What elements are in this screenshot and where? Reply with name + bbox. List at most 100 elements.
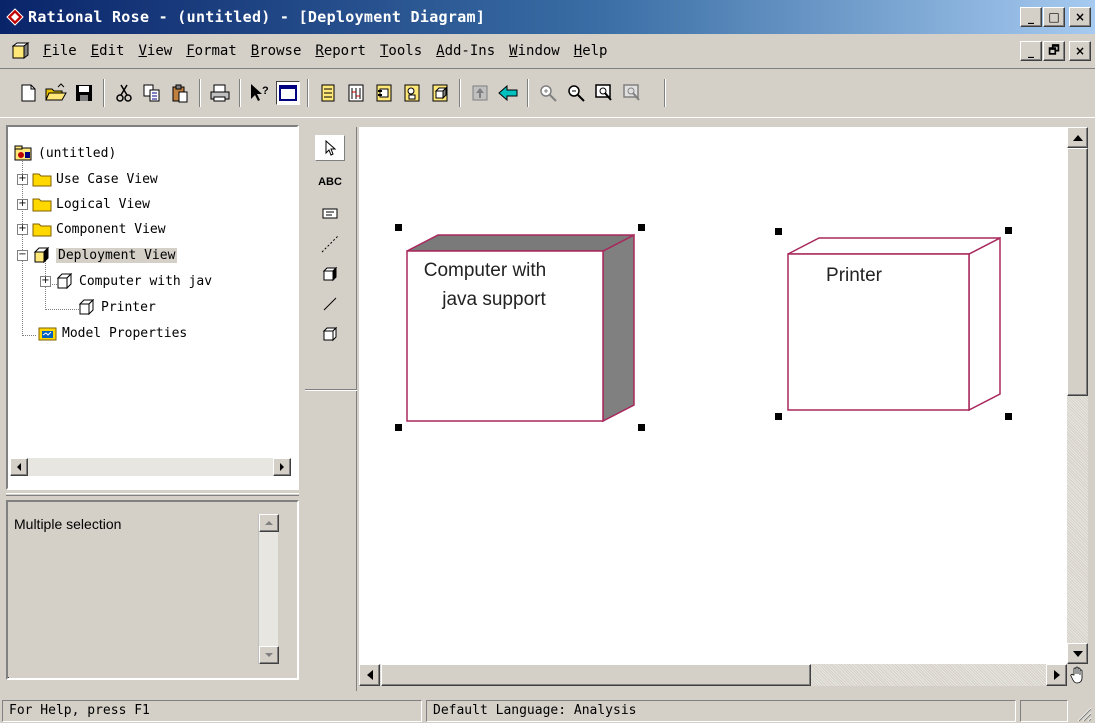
browse-parent-icon[interactable] (468, 81, 492, 105)
browse-deployment-icon[interactable] (400, 81, 424, 105)
paste-icon[interactable] (168, 81, 192, 105)
standard-toolbar: ? (0, 68, 1095, 118)
scroll-right-button[interactable] (273, 458, 291, 476)
menu-report[interactable]: Report (308, 36, 373, 66)
tree-item-label: Model Properties (62, 325, 188, 341)
documentation-window[interactable]: Multiple selection (8, 502, 297, 677)
horizontal-scroll-thumb[interactable] (381, 664, 811, 686)
expand-toggle[interactable]: + (17, 173, 28, 185)
expand-toggle[interactable]: + (17, 198, 28, 210)
processor-node-computer[interactable]: Computer with java support (395, 224, 645, 431)
copy-icon[interactable] (140, 81, 164, 105)
text-box-tool[interactable]: ABC (315, 169, 345, 195)
browse-class-icon[interactable] (316, 81, 340, 105)
selection-handle[interactable] (395, 224, 402, 231)
connection-tool-icon[interactable] (315, 291, 345, 317)
menu-edit[interactable]: Edit (84, 36, 132, 66)
menu-window[interactable]: Window (502, 36, 567, 66)
view-doc-icon[interactable] (276, 81, 300, 105)
toolbar-separator (459, 79, 461, 107)
resize-grip-icon[interactable] (1074, 704, 1092, 722)
menu-browse[interactable]: Browse (244, 36, 309, 66)
selection-handle[interactable] (775, 228, 782, 235)
maximize-button[interactable]: □ (1043, 7, 1065, 27)
anchor-note-tool-icon[interactable] (315, 231, 345, 257)
title-bar[interactable]: Rational Rose - (untitled) - [Deployment… (0, 0, 1095, 34)
tree-item-label: Printer (101, 299, 156, 315)
print-icon[interactable] (208, 81, 232, 105)
undo-fit-icon[interactable] (620, 81, 644, 105)
menu-tools[interactable]: Tools (373, 36, 429, 66)
tree-item-printer[interactable]: Printer (67, 297, 156, 317)
tree-item-model-properties[interactable]: Model Properties (38, 323, 187, 343)
save-icon[interactable] (72, 81, 96, 105)
status-help-text: For Help, press F1 (2, 700, 422, 722)
menu-help[interactable]: Help (567, 36, 615, 66)
model-browser[interactable]: (untitled) + Use Case View + Logical Vie… (8, 127, 297, 488)
close-button[interactable]: × (1069, 7, 1091, 27)
note-tool-icon[interactable] (315, 201, 345, 227)
device-node-printer[interactable]: Printer (775, 227, 1012, 420)
fit-window-icon[interactable] (592, 81, 616, 105)
tree-item-root[interactable]: (untitled) (14, 143, 116, 163)
scroll-left-button[interactable] (10, 458, 28, 476)
node-icon (56, 273, 73, 289)
menu-view[interactable]: View (131, 36, 179, 66)
diagram-window-icon[interactable] (12, 42, 30, 60)
selection-handle[interactable] (1005, 413, 1012, 420)
menu-add-ins[interactable]: Add-Ins (429, 36, 502, 66)
scroll-left-button[interactable] (359, 664, 380, 686)
browse-previous-icon[interactable] (496, 81, 520, 105)
browser-horizontal-scrollbar[interactable] (10, 458, 291, 476)
expand-toggle[interactable]: + (40, 275, 51, 287)
toolbar-separator (103, 79, 105, 107)
tree-item-deployment-view[interactable]: − Deployment View (17, 245, 178, 265)
pane-splitter[interactable] (6, 493, 299, 496)
browse-node-icon[interactable] (428, 81, 452, 105)
selection-handle[interactable] (775, 413, 782, 420)
tree-item-component-view[interactable]: + Component View (17, 219, 166, 239)
tree-item-label: Component View (56, 221, 166, 237)
canvas-horizontal-scrollbar[interactable] (359, 664, 1067, 686)
mdi-minimize-button[interactable]: _ (1020, 41, 1042, 61)
mdi-restore-button[interactable]: 🗗 (1043, 41, 1065, 61)
node-icon (78, 299, 95, 315)
canvas-vertical-scrollbar[interactable] (1067, 127, 1088, 664)
diagram-canvas[interactable]: Computer with java support Printer (359, 127, 1067, 664)
scroll-down-button[interactable] (1067, 643, 1088, 664)
scroll-right-button[interactable] (1046, 664, 1067, 686)
menu-file[interactable]: File (36, 36, 84, 66)
documentation-scrollbar[interactable] (258, 514, 279, 664)
selection-handle[interactable] (1005, 227, 1012, 234)
mdi-close-button[interactable]: × (1069, 41, 1091, 61)
open-icon[interactable] (44, 81, 68, 105)
zoom-out-icon[interactable] (564, 81, 588, 105)
scroll-down-button[interactable] (259, 646, 279, 664)
scroll-up-button[interactable] (259, 514, 279, 532)
zoom-in-icon[interactable] (536, 81, 560, 105)
selection-tool-icon[interactable] (315, 135, 345, 161)
expand-toggle[interactable]: + (17, 223, 28, 235)
selection-handle[interactable] (638, 224, 645, 231)
selection-handle[interactable] (638, 424, 645, 431)
toolbar-separator (199, 79, 201, 107)
new-icon[interactable] (16, 81, 40, 105)
device-tool-icon[interactable] (315, 321, 345, 347)
menu-format[interactable]: Format (179, 36, 244, 66)
status-bar: For Help, press F1 Default Language: Ana… (0, 698, 1095, 723)
scroll-up-button[interactable] (1067, 127, 1088, 148)
collapse-toggle[interactable]: − (17, 249, 28, 261)
vertical-scroll-thumb[interactable] (1067, 148, 1088, 396)
pan-hand-icon[interactable] (1067, 664, 1088, 686)
browse-component-icon[interactable] (372, 81, 396, 105)
browse-interaction-icon[interactable] (344, 81, 368, 105)
processor-tool-icon[interactable] (315, 261, 345, 287)
tree-item-use-case-view[interactable]: + Use Case View (17, 169, 158, 189)
tree-item-logical-view[interactable]: + Logical View (17, 194, 150, 214)
context-help-icon[interactable]: ? (248, 81, 272, 105)
cut-icon[interactable] (112, 81, 136, 105)
node-name: Printer (826, 265, 883, 286)
minimize-button[interactable]: _ (1020, 7, 1042, 27)
tree-item-computer[interactable]: + Computer with jav (40, 271, 212, 291)
selection-handle[interactable] (395, 424, 402, 431)
